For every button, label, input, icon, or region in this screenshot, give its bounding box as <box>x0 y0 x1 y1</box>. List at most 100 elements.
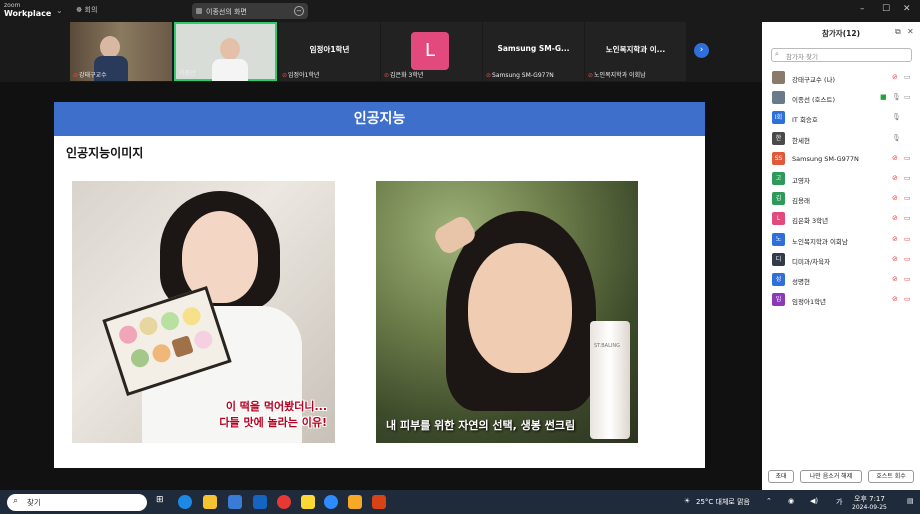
video-tile[interactable]: L ⊘김은화 3학년 <box>381 22 482 81</box>
video-tile-active[interactable]: 이종선 <box>174 22 277 81</box>
weather-text[interactable]: 25°C 대체로 맑음 <box>696 497 750 507</box>
clock-date: 2024-09-25 <box>852 504 887 511</box>
taskbar-search[interactable]: ⌕ 찾기 <box>7 494 147 511</box>
zoom-logo: zoom Workplace <box>4 2 51 18</box>
tile-center-name: 노인복지학과 이... <box>605 45 666 54</box>
tube-label: ST.BALING <box>594 343 620 349</box>
presentation-slide: 인공지능 인공지능이미지 이 떡을 먹어봤더니... 다들 맛에 놀라는 이유!… <box>54 102 705 468</box>
avatar: 김 <box>772 192 785 206</box>
participant-search-input[interactable]: ⌕ 참가자 찾기 <box>771 48 912 62</box>
mic-icon: 🎙 <box>892 133 901 142</box>
search-icon: ⌕ <box>13 496 19 506</box>
mic-muted-icon: ⊘ <box>892 254 898 263</box>
powerpoint-icon[interactable] <box>372 495 386 509</box>
camera-off-icon: ▭ <box>904 274 911 283</box>
ime-lang[interactable]: 가 <box>836 497 842 507</box>
edge-icon[interactable] <box>178 495 192 509</box>
participant-row[interactable]: 김 김용래 ⊘ ▭ <box>762 189 920 209</box>
participant-row[interactable]: 성 성명현 ⊘ ▭ <box>762 270 920 290</box>
volume-icon[interactable]: ◀) <box>810 497 818 505</box>
participant-name: 강태구교수 (나) <box>792 76 836 84</box>
participant-row[interactable]: SS Samsung SM-G977N ⊘ ▭ <box>762 149 920 169</box>
tile-name: ⊘강태구교수 <box>73 72 107 79</box>
avatar: L <box>411 32 449 70</box>
participant-name: 노인복지학과 이회남 <box>792 237 848 246</box>
participant-row[interactable]: 임 임정아1학년 ⊘ ▭ <box>762 290 920 310</box>
camera-icon: ▭ <box>904 93 911 102</box>
tray-chevron-icon[interactable]: ⌃ <box>766 497 772 505</box>
network-icon[interactable]: ◉ <box>788 497 794 505</box>
search-placeholder: 참가자 찾기 <box>786 53 818 61</box>
claim-host-button[interactable]: 호스트 회수 <box>868 470 914 483</box>
share-screen-icon <box>196 8 202 14</box>
mic-muted-icon: ⊘ <box>892 153 898 162</box>
person-face <box>220 38 240 60</box>
video-tile[interactable]: ⊘강태구교수 <box>70 22 172 81</box>
camera-off-icon: ▭ <box>904 234 911 243</box>
search-icon: ⌕ <box>775 50 779 58</box>
task-view-icon[interactable]: ⊞ <box>156 495 170 509</box>
camera-off-icon: ▭ <box>904 153 911 162</box>
zoom-icon[interactable] <box>324 495 338 509</box>
participant-row[interactable]: 한 한세현 🎙 <box>762 129 920 149</box>
maximize-icon[interactable]: ☐ <box>882 4 890 14</box>
close-icon[interactable]: ✕ <box>907 27 914 36</box>
panel-buttons: 초대 나만 음소거 해제 호스트 회수 <box>762 470 920 484</box>
invite-button[interactable]: 초대 <box>768 470 794 483</box>
sweet <box>150 341 173 365</box>
clock-time: 오후 7:17 <box>854 495 885 503</box>
participant-list: 강태구교수 (나) ⊘ ▭ 이종선 (호스트) 🎙 ▭ ■ I회 IT 회승호 🎙 한 한세현 🎙 SS S… <box>762 68 920 310</box>
tile-name: 이종선 <box>179 70 196 77</box>
avatar: 노 <box>772 232 785 246</box>
mic-muted-icon: ⊘ <box>892 214 898 223</box>
mail-icon[interactable] <box>253 495 267 509</box>
meeting-menu[interactable]: ☸ 회의 <box>76 5 97 15</box>
avatar: I회 <box>772 111 785 125</box>
mic-icon: 🎙 <box>892 113 901 122</box>
windows-taskbar: ⌕ 찾기 ⊞ ☀ 25°C 대체로 맑음 ⌃ ◉ ◀) 가 오후 7:17 20… <box>0 490 920 514</box>
camera-off-icon: ▭ <box>904 173 911 182</box>
participant-row[interactable]: 노 노인복지학과 이회남 ⊘ ▭ <box>762 230 920 250</box>
tile-name: ⊘김은화 3학년 <box>384 72 424 79</box>
video-tile[interactable]: 노인복지학과 이... ⊘노인복지학과 이회남 <box>585 22 686 81</box>
participant-row[interactable]: 디 디미과/차육자 ⊘ ▭ <box>762 250 920 270</box>
participant-name: 한세현 <box>792 136 810 145</box>
participant-row[interactable]: L 김은화 3학년 ⊘ ▭ <box>762 209 920 229</box>
minus-icon[interactable]: − <box>294 6 304 16</box>
sweet <box>192 328 215 352</box>
avatar: 임 <box>772 293 785 307</box>
person-face <box>100 36 120 58</box>
avatar: L <box>772 212 785 226</box>
sweet <box>158 309 182 333</box>
clock[interactable]: 오후 7:17 2024-09-25 <box>852 494 887 511</box>
next-page-icon[interactable]: › <box>694 43 709 58</box>
unmute-self-button[interactable]: 나만 음소거 해제 <box>800 470 862 483</box>
logo-line2: Workplace <box>4 9 52 18</box>
search-app-icon[interactable] <box>348 495 362 509</box>
participant-row[interactable]: 강태구교수 (나) ⊘ ▭ <box>762 68 920 88</box>
share-pill-label: 이종선의 화면 <box>206 8 247 16</box>
participant-name: 김용래 <box>792 197 810 206</box>
popout-icon[interactable]: ⧉ <box>895 27 901 37</box>
mic-muted-icon: ⊘ <box>892 194 898 203</box>
ai-image-rice-cake: 이 떡을 먹어봤더니... 다들 맛에 놀라는 이유! <box>72 181 335 443</box>
participant-row[interactable]: 고 고영자 ⊘ ▭ <box>762 169 920 189</box>
participant-row[interactable]: I회 IT 회승호 🎙 <box>762 108 920 128</box>
participant-row[interactable]: 이종선 (호스트) 🎙 ▭ ■ <box>762 88 920 108</box>
sweet <box>116 323 140 347</box>
video-tile[interactable]: Samsung SM-G... ⊘Samsung SM-G977N <box>483 22 584 81</box>
file-explorer-icon[interactable] <box>203 495 217 509</box>
mic-muted-icon: ⊘ <box>384 72 390 79</box>
camera-off-icon: ▭ <box>904 214 911 223</box>
kakaotalk-icon[interactable] <box>301 495 315 509</box>
chevron-down-icon[interactable]: ⌄ <box>56 6 63 15</box>
video-tile[interactable]: 임정아1학년 ⊘임정아1학년 <box>279 22 380 81</box>
mic-icon: 🎙 <box>892 93 901 102</box>
minimize-icon[interactable]: – <box>860 4 865 14</box>
mic-muted-icon: ⊘ <box>892 234 898 243</box>
notification-icon[interactable]: ▤ <box>907 497 914 505</box>
screen-share-pill[interactable]: 이종선의 화면 − <box>192 3 308 19</box>
close-icon[interactable]: ✕ <box>903 4 911 14</box>
store-icon[interactable] <box>228 495 242 509</box>
chrome-icon[interactable] <box>277 495 291 509</box>
